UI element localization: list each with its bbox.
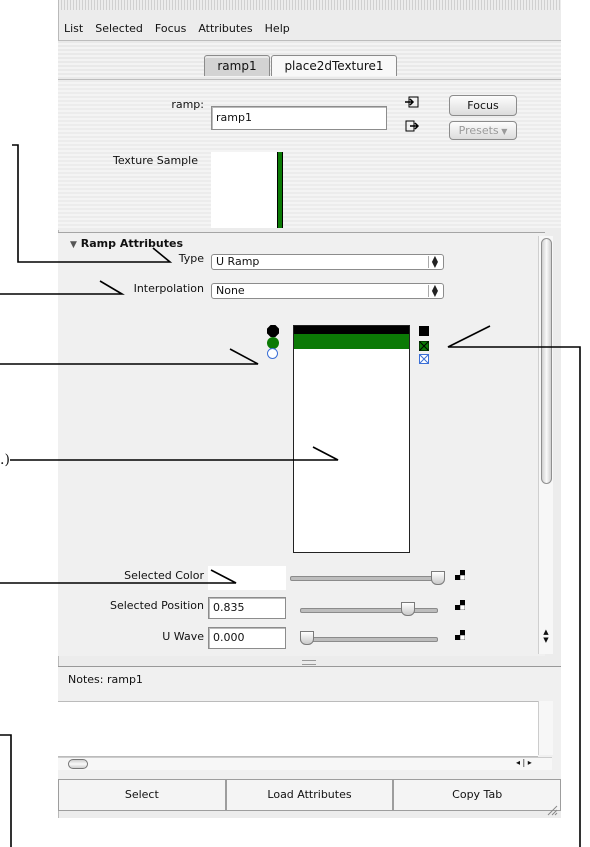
annotation-fragment: .) [0,452,10,468]
callout-line-type [12,144,173,263]
callout-line-selected-color [0,569,237,584]
callout-line-ramp-area [10,446,339,461]
callout-line-interpolation [0,280,125,295]
callout-line-notes [0,734,12,847]
callout-line-delete-squares [447,325,581,847]
annotation-overlay [0,144,581,847]
callout-line-handles [0,348,259,365]
